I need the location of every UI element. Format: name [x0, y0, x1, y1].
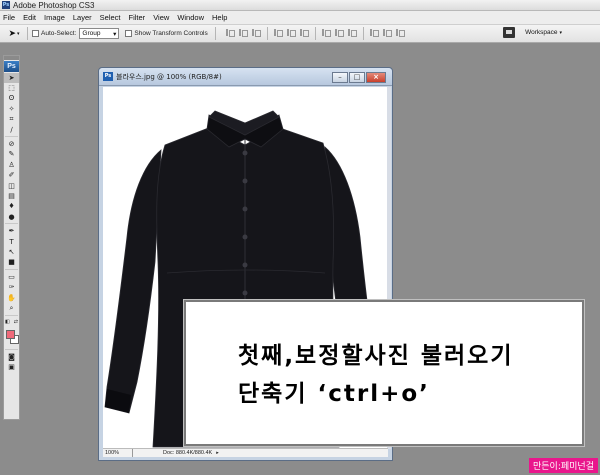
- options-divider: [214, 27, 216, 40]
- window-controls: – □ ×: [331, 72, 386, 83]
- auto-select-label: Auto-Select:: [41, 30, 77, 37]
- move-tool-icon: ➤: [8, 28, 17, 38]
- options-bar: ➤ ▾ Auto-Select: Group ▾ Show Transform C…: [0, 24, 600, 43]
- auto-select-value: Group: [82, 30, 101, 37]
- distribute-hcenter-icon[interactable]: [381, 27, 392, 38]
- status-menu-arrow-icon[interactable]: ▸: [216, 450, 219, 456]
- chevron-down-icon: ▾: [113, 30, 117, 38]
- history-brush-icon[interactable]: ✐: [4, 171, 19, 181]
- align-vcenter-icon[interactable]: [237, 27, 248, 38]
- align-hcenter-icon[interactable]: [285, 27, 296, 38]
- slice-icon[interactable]: ∕: [4, 125, 19, 135]
- zoom-level[interactable]: 100%: [103, 449, 133, 457]
- menu-filter[interactable]: Filter: [129, 13, 146, 22]
- foreground-color-swatch[interactable]: [6, 329, 15, 339]
- clone-stamp-icon[interactable]: ♙: [4, 160, 19, 170]
- align-right-icon[interactable]: [298, 27, 309, 38]
- blur-icon[interactable]: ♦: [4, 202, 19, 212]
- quick-mask-icon[interactable]: ◙: [4, 352, 19, 362]
- align-left-icon[interactable]: [272, 27, 283, 38]
- auto-select-checkbox[interactable]: [32, 30, 39, 37]
- hand-icon[interactable]: ✋: [4, 293, 19, 303]
- caption-line-1: 첫째,보정할사진 불러오기: [238, 343, 514, 369]
- menu-bar: File Edit Image Layer Select Filter View…: [0, 11, 600, 24]
- distribute-right-icon[interactable]: [394, 27, 405, 38]
- menu-edit[interactable]: Edit: [23, 13, 36, 22]
- gradient-icon[interactable]: ▤: [4, 191, 19, 201]
- zoom-icon[interactable]: ⌕: [4, 303, 19, 313]
- options-divider: [266, 27, 268, 40]
- document-ps-icon: Ps: [103, 72, 113, 81]
- swap-colors-row: ◧ ⇄: [4, 318, 19, 328]
- author-watermark: 만든이:페미넌걸: [529, 458, 598, 473]
- show-transform-label: Show Transform Controls: [134, 30, 208, 37]
- shape-icon[interactable]: ■: [4, 258, 19, 268]
- eraser-icon[interactable]: ◫: [4, 181, 19, 191]
- type-icon[interactable]: T: [4, 237, 19, 247]
- tool-preset-picker[interactable]: ➤ ▾: [5, 27, 23, 41]
- photoshop-logo[interactable]: Ps: [4, 61, 19, 72]
- palette-grip[interactable]: [4, 56, 19, 60]
- brush-icon[interactable]: ✎: [4, 150, 19, 160]
- menu-window[interactable]: Window: [177, 13, 204, 22]
- notes-icon[interactable]: ▭: [4, 272, 19, 282]
- menu-file[interactable]: File: [3, 13, 15, 22]
- menu-layer[interactable]: Layer: [73, 13, 92, 22]
- document-titlebar[interactable]: Ps 블라우스.jpg @ 100% (RGB/8#) – □ ×: [99, 68, 392, 86]
- align-bottom-icon[interactable]: [250, 27, 261, 38]
- minimize-button[interactable]: –: [332, 72, 348, 83]
- go-to-bridge-icon[interactable]: [503, 27, 516, 38]
- path-selection-icon[interactable]: ↖: [4, 247, 19, 257]
- menu-image[interactable]: Image: [44, 13, 65, 22]
- maximize-button[interactable]: □: [349, 72, 365, 83]
- close-button[interactable]: ×: [366, 72, 386, 83]
- dodge-icon[interactable]: ●: [4, 212, 19, 222]
- healing-brush-icon[interactable]: ⊘: [4, 139, 19, 149]
- options-divider: [27, 27, 28, 40]
- magic-wand-icon[interactable]: ✧: [4, 104, 19, 114]
- caption-line-2: 단축기 ‘ctrl+o’: [238, 381, 430, 407]
- options-divider: [314, 27, 316, 40]
- chevron-down-icon: ▾: [559, 29, 562, 36]
- distribute-top-icon[interactable]: [320, 27, 331, 38]
- workspace-label: Workspace: [525, 29, 558, 36]
- distribute-bottom-icon[interactable]: [346, 27, 357, 38]
- app-titlebar: Ps Adobe Photoshop CS3: [0, 0, 600, 11]
- crop-icon[interactable]: ⌗: [4, 115, 19, 125]
- distribute-vcenter-icon[interactable]: [333, 27, 344, 38]
- document-statusbar: 100% Doc: 880.4K/880.4K ▸: [103, 448, 388, 457]
- align-buttons: [224, 27, 407, 40]
- menu-help[interactable]: Help: [212, 13, 227, 22]
- options-divider: [362, 27, 364, 40]
- show-transform-checkbox[interactable]: [125, 30, 133, 37]
- app-title: Adobe Photoshop CS3: [13, 0, 95, 10]
- tools-divider: [5, 269, 18, 271]
- workspace-button[interactable]: Workspace ▾: [503, 27, 562, 38]
- align-top-icon[interactable]: [224, 27, 235, 38]
- eyedropper-icon[interactable]: ✑: [4, 282, 19, 292]
- auto-select-dropdown[interactable]: Group ▾: [79, 28, 120, 39]
- swap-colors-icon[interactable]: ⇄: [14, 320, 18, 325]
- color-swatches: [4, 328, 19, 348]
- lasso-icon[interactable]: ʘ: [4, 94, 19, 104]
- tools-divider: [5, 314, 18, 317]
- menu-select[interactable]: Select: [100, 13, 121, 22]
- menu-view[interactable]: View: [153, 13, 169, 22]
- tools-divider: [5, 136, 18, 138]
- document-size: Doc: 880.4K/880.4K: [163, 450, 213, 456]
- move-icon[interactable]: ➤: [4, 73, 19, 84]
- default-colors-icon[interactable]: ◧: [5, 320, 10, 325]
- tools-divider: [5, 348, 18, 351]
- screen-mode-icon[interactable]: ▣: [4, 362, 19, 372]
- document-title: 블라우스.jpg @ 100% (RGB/8#): [116, 72, 222, 81]
- pen-icon[interactable]: ✒: [4, 226, 19, 236]
- instruction-caption: 첫째,보정할사진 불러오기 단축기 ‘ctrl+o’: [184, 300, 584, 446]
- tools-divider: [5, 223, 18, 225]
- distribute-left-icon[interactable]: [368, 27, 379, 38]
- marquee-icon[interactable]: ⬚: [4, 83, 19, 93]
- chevron-down-icon: ▾: [17, 30, 20, 37]
- photoshop-app-icon: Ps: [2, 1, 10, 9]
- tools-palette: Ps ➤ ⬚ ʘ ✧ ⌗ ∕ ⊘ ✎ ♙ ✐ ◫ ▤ ♦ ● ✒ T ↖ ■ ▭…: [3, 55, 20, 420]
